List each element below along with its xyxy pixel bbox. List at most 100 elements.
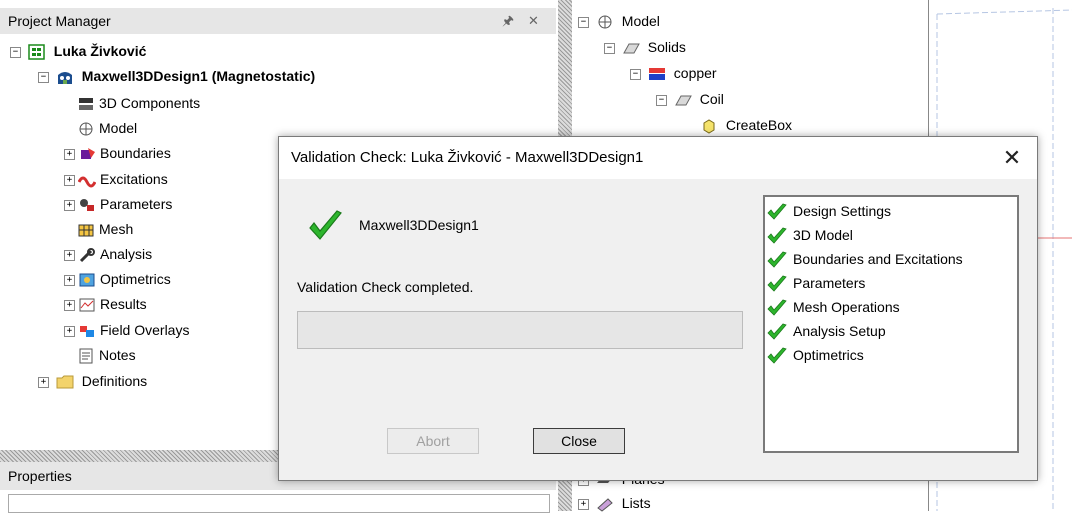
expand-icon[interactable]: + <box>64 249 75 261</box>
tree-item-excitations[interactable]: + Excitations <box>64 168 168 190</box>
tree-item-results[interactable]: + Results <box>64 293 147 315</box>
expand-icon[interactable]: + <box>64 148 75 160</box>
check-icon <box>767 203 787 220</box>
tree-item-mesh[interactable]: Mesh <box>77 218 133 240</box>
tree-item-label: 3D Components <box>99 95 201 111</box>
definitions-label: Definitions <box>81 373 148 389</box>
tree-item-parameters[interactable]: + Parameters <box>64 193 172 215</box>
model-tree-label: Lists <box>621 495 651 511</box>
model-tree-model[interactable]: − Model <box>578 10 660 32</box>
validation-checklist: Design Settings 3D Model Boundaries and Ex… <box>763 195 1019 453</box>
createbox-icon <box>700 118 718 134</box>
expand-icon[interactable]: + <box>578 498 589 510</box>
check-item-label: 3D Model <box>793 227 853 243</box>
model-tree-label: Solids <box>647 39 686 55</box>
solid-object-icon <box>674 92 692 108</box>
design-name-label: Maxwell3DDesign1 <box>359 217 479 233</box>
check-item: Boundaries and Excitations <box>767 247 963 271</box>
model-tree-label: Coil <box>699 91 724 107</box>
model-tree-createbox[interactable]: CreateBox <box>700 114 792 136</box>
dialog-close-button[interactable]: ✕ <box>997 143 1027 173</box>
validation-check-dialog: Validation Check: Luka Živković - Maxwel… <box>278 136 1038 481</box>
close-button[interactable]: Close <box>533 428 625 454</box>
tree-item-label: Mesh <box>99 221 134 237</box>
check-icon <box>767 299 787 316</box>
expand-icon[interactable]: + <box>38 376 49 388</box>
model-tree-label: Model <box>621 13 660 29</box>
project-icon <box>28 44 46 61</box>
check-item-label: Optimetrics <box>793 347 864 363</box>
collapse-icon[interactable]: − <box>604 42 615 54</box>
tree-item-optimetrics[interactable]: + Optimetrics <box>64 268 171 290</box>
check-item-label: Boundaries and Excitations <box>793 251 963 267</box>
tree-definitions[interactable]: + Definitions <box>38 370 147 392</box>
check-icon <box>767 347 787 364</box>
tree-item-model[interactable]: Model <box>77 117 137 139</box>
excitations-icon <box>77 172 97 188</box>
expand-icon[interactable]: + <box>64 325 75 337</box>
parameters-icon <box>78 197 96 213</box>
tree-item-boundaries[interactable]: + Boundaries <box>64 142 171 164</box>
components-icon <box>77 96 95 112</box>
collapse-icon[interactable]: − <box>656 94 667 106</box>
tree-project-root[interactable]: − Luka Živković <box>10 40 146 62</box>
results-icon <box>78 297 96 313</box>
check-item: 3D Model <box>767 223 853 247</box>
boundaries-icon <box>78 146 96 162</box>
tree-design[interactable]: − Maxwell3DDesign1 (Magnetostatic) <box>38 65 315 87</box>
abort-button[interactable]: Abort <box>387 428 479 454</box>
check-item-label: Parameters <box>793 275 866 291</box>
material-icon <box>648 66 666 82</box>
tree-item-field-overlays[interactable]: + Field Overlays <box>64 319 189 341</box>
notes-icon <box>77 348 95 364</box>
tree-item-label: Analysis <box>100 246 153 262</box>
project-manager-titlebar: Project Manager 🖈 ✕ <box>0 8 556 34</box>
collapse-icon[interactable]: − <box>10 46 21 58</box>
check-item-label: Mesh Operations <box>793 299 900 315</box>
model-tree-coil[interactable]: − Coil <box>656 88 724 110</box>
expand-icon[interactable]: + <box>64 274 75 286</box>
analysis-icon <box>78 247 96 263</box>
field-overlays-icon <box>78 323 96 339</box>
collapse-icon[interactable]: − <box>630 68 641 80</box>
project-name: Luka Živković <box>53 43 147 59</box>
pin-icon[interactable]: 🖈 <box>502 8 514 34</box>
check-item: Analysis Setup <box>767 319 886 343</box>
tree-item-3d-components[interactable]: 3D Components <box>77 92 200 114</box>
check-item: Mesh Operations <box>767 295 900 319</box>
tree-item-label: Results <box>100 296 147 312</box>
tree-item-notes[interactable]: Notes <box>77 344 136 366</box>
tree-item-analysis[interactable]: + Analysis <box>64 243 152 265</box>
model-icon <box>77 121 95 137</box>
model-tree-label: copper <box>673 65 717 81</box>
tree-item-label: Notes <box>99 347 136 363</box>
close-icon[interactable]: ✕ <box>528 8 539 34</box>
lists-icon <box>596 496 614 512</box>
check-item: Parameters <box>767 271 865 295</box>
model-tree-solids[interactable]: − Solids <box>604 36 686 58</box>
collapse-icon[interactable]: − <box>38 71 49 83</box>
project-manager-title: Project Manager <box>8 13 111 29</box>
model-tree-copper[interactable]: − copper <box>630 62 717 84</box>
check-icon <box>767 323 787 340</box>
validation-progress-bar <box>297 311 743 349</box>
check-item-label: Analysis Setup <box>793 323 886 339</box>
expand-icon[interactable]: + <box>64 174 75 186</box>
expand-icon[interactable]: + <box>64 299 75 311</box>
properties-title: Properties <box>8 468 72 484</box>
design-check-icon <box>307 209 343 246</box>
model-tree-label: CreateBox <box>725 117 793 133</box>
tree-item-label: Excitations <box>100 171 168 187</box>
tree-item-label: Model <box>99 120 138 136</box>
check-item: Design Settings <box>767 199 891 223</box>
check-item-label: Design Settings <box>793 203 892 219</box>
collapse-icon[interactable]: − <box>578 16 589 28</box>
dialog-title: Validation Check: Luka Živković - Maxwel… <box>291 149 644 166</box>
dialog-titlebar[interactable]: Validation Check: Luka Živković - Maxwel… <box>279 137 1037 179</box>
validation-status: Validation Check completed. <box>297 279 474 295</box>
check-item: Optimetrics <box>767 343 864 367</box>
tree-item-label: Boundaries <box>100 145 171 161</box>
maxwell-design-icon <box>56 69 74 85</box>
mesh-icon <box>77 222 95 238</box>
expand-icon[interactable]: + <box>64 199 75 211</box>
